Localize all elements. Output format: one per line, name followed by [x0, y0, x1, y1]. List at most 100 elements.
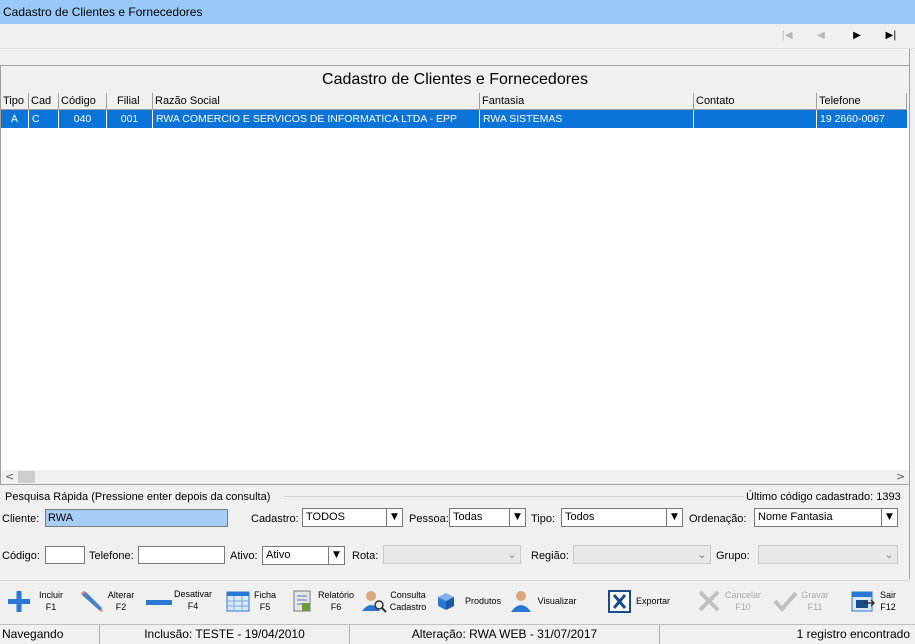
pencil-icon: [81, 591, 103, 612]
col-header-telefone[interactable]: Telefone: [817, 93, 907, 110]
col-header-cad[interactable]: Cad: [29, 93, 59, 110]
calendar-icon: [226, 591, 250, 612]
checkmark-icon: [773, 591, 798, 613]
last-record-button[interactable]: ▶|: [882, 28, 900, 44]
cliente-label: Cliente:: [2, 513, 40, 525]
plus-icon: [8, 591, 30, 612]
col-header-razao-social[interactable]: Razão Social: [153, 93, 480, 110]
col-header-fantasia[interactable]: Fantasia: [480, 93, 694, 110]
grupo-label: Grupo:: [716, 550, 750, 562]
cliente-input[interactable]: RWA: [45, 509, 228, 527]
tipo-select[interactable]: Todos ▼: [561, 508, 683, 527]
produtos-button[interactable]: Produtos: [434, 581, 506, 621]
scroll-left-icon[interactable]: <: [5, 470, 14, 484]
col-header-tipo[interactable]: Tipo: [1, 93, 29, 110]
status-inclusao: Inclusão: TESTE - 19/04/2010: [100, 625, 350, 644]
relatorio-button[interactable]: Relatório F6: [290, 581, 356, 621]
tipo-label: Tipo:: [531, 513, 556, 525]
cancelar-button[interactable]: Cancelar F10: [696, 581, 766, 621]
codigo-input[interactable]: [45, 546, 85, 564]
chevron-down-icon: ▼: [881, 509, 897, 526]
report-icon: [293, 590, 311, 612]
col-header-filial[interactable]: Filial: [107, 93, 153, 110]
cell-filial: 001: [107, 110, 153, 128]
cadastro-select[interactable]: TODOS ▼: [302, 508, 403, 527]
col-header-codigo[interactable]: Código: [59, 93, 107, 110]
pessoa-select[interactable]: Todas ▼: [449, 508, 526, 527]
records-grid[interactable]: [0, 65, 910, 485]
cell-razao-social: RWA COMERCIO E SERVICOS DE INFORMATICA L…: [153, 110, 480, 128]
table-row[interactable]: A C 040 001 RWA COMERCIO E SERVICOS DE I…: [1, 110, 907, 128]
desativar-button[interactable]: Desativar F4: [145, 581, 215, 621]
scroll-thumb[interactable]: [18, 471, 35, 483]
status-bar: Navegando Inclusão: TESTE - 19/04/2010 A…: [0, 624, 915, 644]
rota-label: Rota:: [352, 550, 379, 562]
first-record-button[interactable]: |◀: [778, 28, 796, 44]
horizontal-scrollbar[interactable]: [1, 470, 909, 484]
relatorio-key: F6: [330, 602, 342, 612]
ordenacao-label: Ordenação:: [689, 513, 747, 525]
grupo-select[interactable]: ⌄: [758, 545, 898, 564]
ativo-label: Ativo:: [230, 550, 258, 562]
person-icon: [511, 591, 531, 612]
alterar-key: F2: [115, 602, 127, 612]
ordenacao-select[interactable]: Nome Fantasia ▼: [754, 508, 898, 527]
chevron-down-icon: ⌄: [881, 546, 897, 563]
boxes-icon: [438, 593, 454, 610]
cell-codigo: 040: [59, 110, 107, 128]
produtos-label: Produtos: [464, 596, 502, 606]
grid-title: Cadastro de Clientes e Fornecedores: [1, 66, 909, 93]
rota-select[interactable]: ⌄: [383, 545, 521, 564]
status-mode: Navegando: [0, 625, 100, 644]
excel-icon: [608, 590, 631, 613]
exit-icon: [851, 591, 876, 612]
chevron-down-icon: ▼: [666, 509, 682, 526]
cell-telefone: 19 2660-0067: [820, 113, 885, 125]
status-count: 1 registro encontrado: [796, 627, 910, 641]
regiao-label: Região:: [531, 550, 569, 562]
sair-label: Sair: [879, 590, 896, 600]
cell-contato: [694, 110, 817, 128]
close-icon: [698, 590, 720, 612]
cancelar-label: Cancelar: [724, 590, 762, 600]
incluir-button[interactable]: Incluir F1: [6, 581, 68, 621]
incluir-label: Incluir: [38, 590, 63, 600]
user-search-icon: [362, 591, 387, 613]
ativo-select[interactable]: Ativo ▼: [262, 546, 345, 565]
cadastro-label-btn: Cadastro: [389, 602, 427, 612]
prev-record-button[interactable]: ◀: [812, 28, 830, 44]
search-group-label: Pesquisa Rápida (Pressione enter depois …: [5, 491, 271, 503]
grid-header: Tipo Cad Código Filial Razão Social Fant…: [1, 93, 909, 110]
gravar-button[interactable]: Gravar F11: [772, 581, 836, 621]
ficha-button[interactable]: Ficha F5: [225, 581, 281, 621]
exportar-button[interactable]: Exportar: [606, 581, 672, 621]
pessoa-label: Pessoa:: [409, 513, 449, 525]
chevron-down-icon: ⌄: [694, 546, 710, 563]
sair-button[interactable]: Sair F12: [850, 581, 906, 621]
gravar-label: Gravar: [801, 590, 829, 600]
action-toolbar: Incluir F1 Alterar F2 Desativar F4 Ficha F5 …: [0, 580, 910, 623]
ficha-key: F5: [259, 602, 271, 612]
chevron-down-icon: ⌄: [504, 546, 520, 563]
telefone-label: Telefone:: [89, 550, 134, 562]
exportar-label: Exportar: [636, 596, 671, 606]
scroll-right-icon[interactable]: >: [896, 470, 905, 484]
telefone-input[interactable]: [138, 546, 225, 564]
regiao-select[interactable]: ⌄: [573, 545, 711, 564]
chevron-down-icon: ▼: [509, 509, 525, 526]
codigo-label: Código:: [2, 550, 40, 562]
last-code-label: Último código cadastrado: 1393: [746, 491, 901, 503]
group-divider: [284, 496, 744, 497]
consulta-cadastro-button[interactable]: Consulta Cadastro: [360, 581, 430, 621]
col-header-contato[interactable]: Contato: [694, 93, 817, 110]
incluir-key: F1: [45, 602, 57, 612]
ficha-label: Ficha: [253, 590, 276, 600]
desativar-key: F4: [187, 601, 199, 611]
cadastro-label: Cadastro:: [251, 513, 299, 525]
alterar-label: Alterar: [107, 590, 135, 600]
visualizar-button[interactable]: Visualizar: [508, 581, 580, 621]
next-record-button[interactable]: ▶: [848, 28, 866, 44]
alterar-button[interactable]: Alterar F2: [78, 581, 138, 621]
cell-fantasia: RWA SISTEMAS: [480, 110, 694, 128]
gravar-key: F11: [807, 602, 823, 612]
